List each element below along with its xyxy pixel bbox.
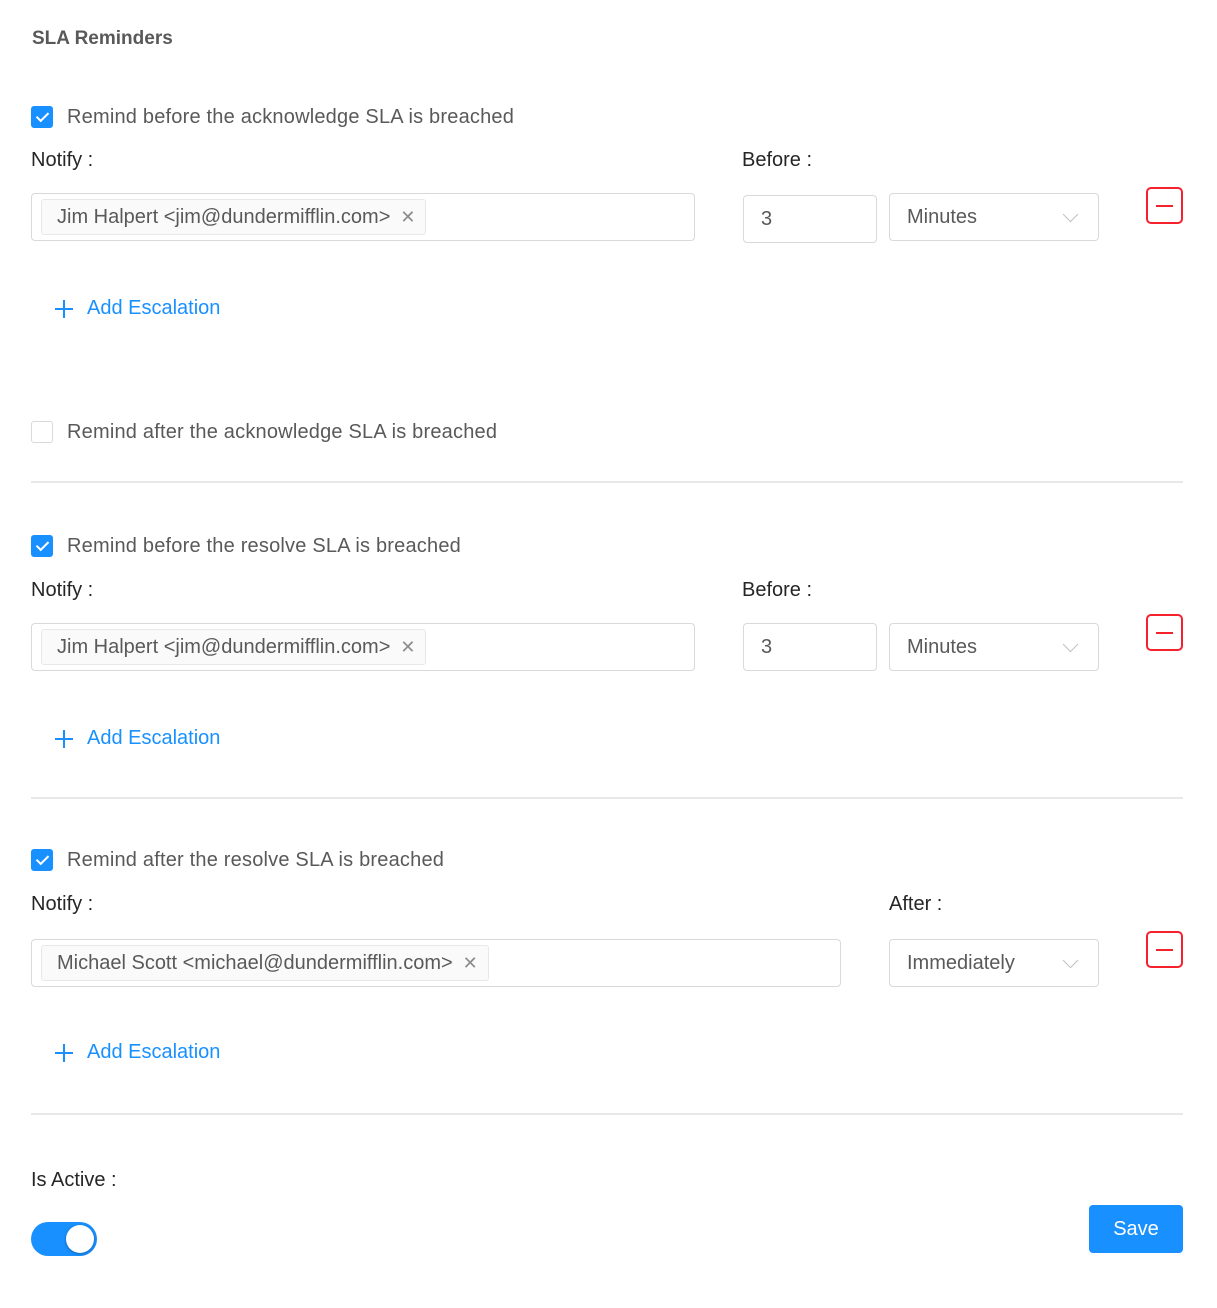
save-button[interactable]: Save [1089,1205,1183,1253]
notify-label: Notify : [31,893,94,915]
remind-before-resolve-checkbox-row[interactable]: Remind before the resolve SLA is breache… [31,533,461,559]
close-icon[interactable]: ✕ [400,208,415,226]
add-escalation-label: Add Escalation [87,297,221,319]
notify-input[interactable]: Michael Scott <michael@dundermifflin.com… [31,939,841,987]
notify-label: Notify : [31,579,94,601]
after-label: After : [889,893,943,915]
recipient-tag: Jim Halpert <jim@dundermifflin.com> ✕ [41,199,427,235]
time-unit-select[interactable]: Minutes [889,193,1099,241]
divider [31,1113,1183,1115]
add-escalation-label: Add Escalation [87,727,221,749]
close-icon[interactable]: ✕ [463,954,478,972]
before-label: Before : [742,579,813,601]
after-timing-select[interactable]: Immediately [889,939,1099,987]
is-active-toggle[interactable] [31,1222,97,1256]
minus-icon [1156,631,1173,634]
minus-icon [1156,948,1173,951]
notify-input[interactable]: Jim Halpert <jim@dundermifflin.com> ✕ [31,193,695,241]
notify-input[interactable]: Jim Halpert <jim@dundermifflin.com> ✕ [31,623,695,671]
remind-after-resolve-checkbox-row[interactable]: Remind after the resolve SLA is breached [31,847,444,873]
add-escalation-button[interactable]: Add Escalation [55,727,220,750]
add-escalation-button[interactable]: Add Escalation [55,1041,220,1064]
plus-icon [55,1043,73,1062]
recipient-tag: Jim Halpert <jim@dundermifflin.com> ✕ [41,629,427,665]
remind-before-ack-checkbox-row[interactable]: Remind before the acknowledge SLA is bre… [31,104,514,130]
recipient-tag-text: Michael Scott <michael@dundermifflin.com… [57,951,453,974]
before-amount-input[interactable]: 3 [743,195,877,243]
remove-reminder-button[interactable] [1146,931,1183,968]
divider [31,797,1183,799]
remind-after-resolve-checkbox[interactable] [31,849,53,871]
is-active-label: Is Active : [31,1169,117,1191]
chevron-down-icon [1062,636,1079,653]
time-unit-value: Minutes [907,635,978,658]
plus-icon [55,729,73,748]
toggle-knob [66,1225,94,1253]
remind-after-ack-label: Remind after the acknowledge SLA is brea… [67,420,498,443]
remind-after-ack-checkbox[interactable] [31,421,53,443]
recipient-tag-text: Jim Halpert <jim@dundermifflin.com> [57,635,391,658]
add-escalation-button[interactable]: Add Escalation [55,297,220,320]
page-title: SLA Reminders [32,28,173,49]
before-label: Before : [742,149,813,171]
recipient-tag: Michael Scott <michael@dundermifflin.com… [41,945,489,981]
before-amount-input[interactable]: 3 [743,623,877,671]
chevron-down-icon [1062,952,1079,969]
remind-before-ack-checkbox[interactable] [31,106,53,128]
notify-label: Notify : [31,149,94,171]
time-unit-value: Minutes [907,205,978,228]
remind-before-resolve-label: Remind before the resolve SLA is breache… [67,534,461,557]
remind-after-resolve-label: Remind after the resolve SLA is breached [67,848,445,871]
divider [31,481,1183,483]
remind-before-ack-label: Remind before the acknowledge SLA is bre… [67,105,515,128]
remind-before-resolve-checkbox[interactable] [31,535,53,557]
plus-icon [55,299,73,318]
add-escalation-label: Add Escalation [87,1041,221,1063]
remind-after-ack-checkbox-row[interactable]: Remind after the acknowledge SLA is brea… [31,419,497,445]
after-timing-value: Immediately [907,951,1015,974]
chevron-down-icon [1062,206,1079,223]
recipient-tag-text: Jim Halpert <jim@dundermifflin.com> [57,205,391,228]
minus-icon [1156,204,1173,207]
time-unit-select[interactable]: Minutes [889,623,1099,671]
remove-reminder-button[interactable] [1146,187,1183,224]
close-icon[interactable]: ✕ [400,638,415,656]
remove-reminder-button[interactable] [1146,614,1183,651]
